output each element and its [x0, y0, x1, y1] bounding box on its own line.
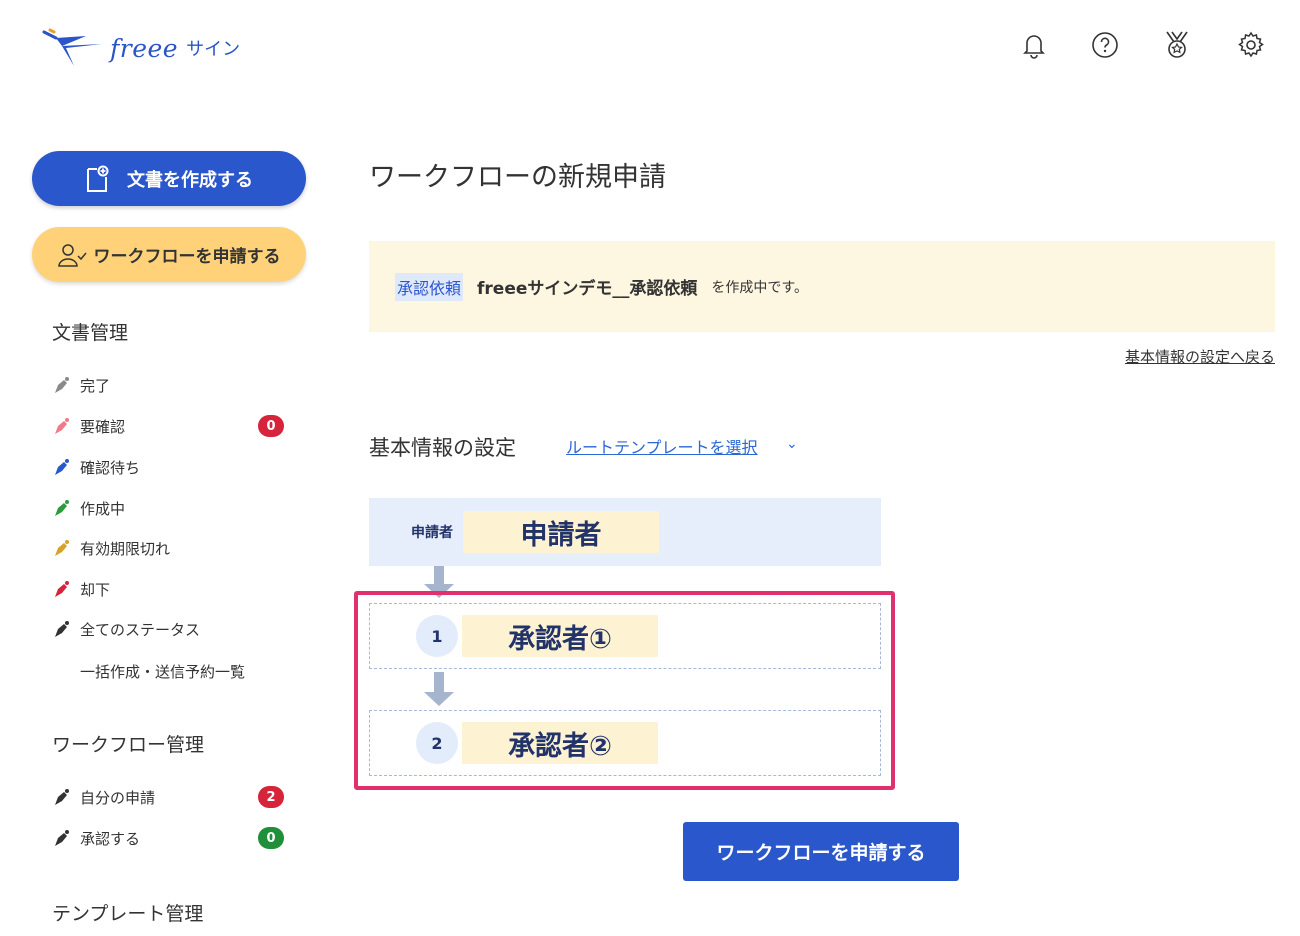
- doc-management-heading: 文書管理: [52, 322, 129, 344]
- sidebar-item-label: 確認待ち: [80, 458, 141, 477]
- workflow-management-heading: ワークフロー管理: [52, 734, 205, 756]
- approve-count-badge: 0: [258, 827, 284, 849]
- pen-icon: [52, 828, 72, 848]
- pen-icon: [52, 457, 72, 477]
- sidebar-item-approve[interactable]: 承認する: [52, 826, 140, 850]
- pen-icon: [52, 538, 72, 558]
- pen-icon: [52, 579, 72, 599]
- request-type-tag: 承認依頼: [395, 272, 464, 301]
- new-document-icon: [87, 165, 109, 192]
- creation-notice-banner: 承認依頼 freeeサインデモ__承認依頼 を作成中です。: [369, 241, 1275, 332]
- template-management-heading: テンプレート管理: [52, 903, 204, 925]
- medal-icon[interactable]: [1162, 30, 1192, 60]
- applicant-row: 申請者 申請者: [369, 498, 881, 566]
- sidebar-item-label: 却下: [80, 580, 111, 599]
- pen-icon: [52, 619, 72, 639]
- sidebar-item-label: 完了: [80, 376, 111, 395]
- pen-icon: [52, 375, 72, 395]
- sidebar-item-label: 一括作成・送信予約一覧: [80, 662, 246, 681]
- sidebar-item-label: 有効期限切れ: [80, 539, 171, 558]
- sidebar-item-batch-list[interactable]: 一括作成・送信予約一覧: [80, 659, 245, 683]
- sidebar-item-label: 承認する: [80, 829, 141, 848]
- sidebar-item-all-statuses[interactable]: 全てのステータス: [52, 617, 200, 641]
- needs-review-count-badge: 0: [258, 415, 284, 437]
- logo-wordmark: freee: [110, 33, 179, 63]
- my-requests-count-badge: 2: [258, 786, 284, 808]
- request-workflow-label: ワークフローを申請する: [93, 247, 281, 267]
- chevron-down-icon[interactable]: ⌄: [786, 436, 798, 452]
- sidebar-item-label: 全てのステータス: [80, 620, 201, 639]
- sidebar-item-my-requests[interactable]: 自分の申請: [52, 785, 155, 809]
- sidebar-item-expired[interactable]: 有効期限切れ: [52, 536, 170, 560]
- sidebar-item-label: 要確認: [80, 417, 126, 436]
- submit-workflow-button[interactable]: ワークフローを申請する: [683, 822, 959, 881]
- create-document-button[interactable]: 文書を作成する: [32, 151, 306, 206]
- basic-settings-heading: 基本情報の設定: [369, 436, 516, 460]
- select-route-template-link[interactable]: ルートテンプレートを選択: [566, 434, 758, 458]
- sidebar-item-rejected[interactable]: 却下: [52, 577, 110, 601]
- logo-bird-icon: [42, 28, 102, 66]
- sidebar-item-label: 自分の申請: [80, 788, 156, 807]
- applicant-label: 申請者: [411, 525, 453, 541]
- page-title: ワークフローの新規申請: [369, 162, 666, 193]
- sidebar-item-needs-review[interactable]: 要確認: [52, 414, 125, 438]
- sidebar-item-in-progress[interactable]: 作成中: [52, 496, 125, 520]
- document-name: freeeサインデモ__承認依頼: [477, 279, 698, 299]
- pen-icon: [52, 787, 72, 807]
- notice-status-text: を作成中です。: [711, 279, 808, 296]
- sidebar-item-awaiting-confirmation[interactable]: 確認待ち: [52, 455, 140, 479]
- sidebar-item-label: 作成中: [80, 499, 126, 518]
- pen-icon: [52, 416, 72, 436]
- freee-sign-logo[interactable]: freee サイン: [42, 26, 240, 70]
- request-workflow-button[interactable]: ワークフローを申請する: [32, 227, 306, 282]
- help-icon[interactable]: [1090, 30, 1120, 60]
- bell-icon[interactable]: [1019, 30, 1049, 60]
- logo-subtitle: サイン: [186, 39, 241, 60]
- settings-icon[interactable]: [1236, 30, 1266, 60]
- create-document-label: 文書を作成する: [127, 169, 253, 191]
- sidebar-item-completed[interactable]: 完了: [52, 373, 110, 397]
- applicant-name-box[interactable]: 申請者: [463, 511, 659, 553]
- back-to-basic-settings-link[interactable]: 基本情報の設定へ戻る: [1125, 346, 1275, 367]
- pen-icon: [52, 498, 72, 518]
- approvers-highlight-frame: [354, 591, 895, 790]
- user-check-icon: [57, 243, 87, 267]
